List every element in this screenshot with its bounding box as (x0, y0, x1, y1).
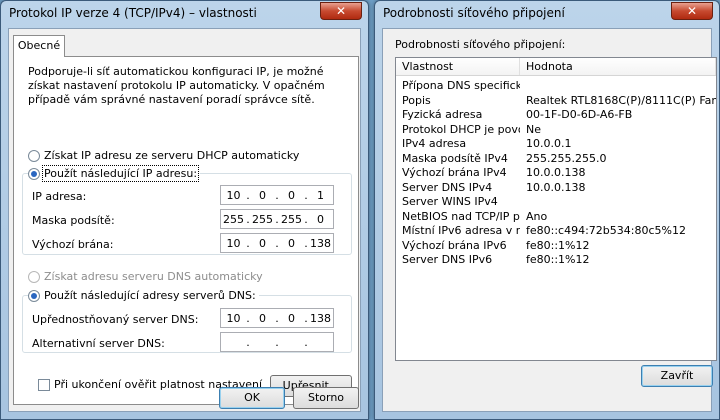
ok-button[interactable]: OK (219, 387, 285, 409)
alternate-dns-input[interactable]: . . . (220, 332, 334, 352)
row-property: Výchozí brána IPv6 (402, 238, 507, 252)
radio-manual-ip[interactable]: Použít následující IP adresu: (28, 165, 201, 182)
table-row[interactable]: Protokol DHCP je povol... Ne (396, 123, 716, 138)
radio-auto-dns[interactable]: Získat adresu serveru DNS automaticky (28, 270, 263, 283)
row-value: Realtek RTL8168C(P)/8111C(P) Family P (526, 93, 716, 107)
radio-circle (28, 149, 40, 162)
ipv4-properties-window: Protokol IP verze 4 (TCP/IPv4) – vlastno… (0, 0, 369, 420)
radio-auto-dns-label: Získat adresu serveru DNS automaticky (44, 270, 263, 283)
details-list[interactable]: Vlastnost Hodnota Přípona DNS specifická… (395, 57, 717, 361)
row-value: 10.0.0.138 (526, 166, 586, 179)
checkbox-box (38, 378, 50, 391)
dialog-client: Obecné Podporuje-li síť automatickou kon… (8, 28, 361, 412)
row-value: Ano (526, 209, 548, 223)
titlebar[interactable]: Podrobnosti síťového připojení ✕ (375, 1, 719, 27)
column-header-property[interactable]: Vlastnost (396, 58, 520, 75)
radio-auto-ip[interactable]: Získat IP adresu ze serveru DHCP automat… (28, 149, 299, 162)
row-value: fe80::1%12 (526, 253, 590, 266)
tab-general[interactable]: Obecné (13, 35, 65, 57)
table-row[interactable]: Server DNS IPv4 10.0.0.138 (396, 181, 716, 196)
network-connection-details-window: Podrobnosti síťového připojení ✕ Podrobn… (374, 0, 720, 420)
radio-manual-dns-label: Použít následující adresy serverů DNS: (44, 289, 256, 302)
row-value (520, 195, 716, 210)
close-window-button[interactable]: ✕ (671, 2, 713, 20)
row-property: IPv4 adresa (402, 137, 467, 150)
alternate-dns-label: Alternativní server DNS: (32, 337, 165, 350)
row-property: Maska podsítě IPv4 (402, 151, 508, 165)
radio-manual-ip-label: Použít následující IP adresu: (41, 165, 200, 182)
row-property: NetBIOS nad TCP/IP po... (402, 209, 520, 223)
table-row[interactable]: Popis Realtek RTL8168C(P)/8111C(P) Family… (396, 94, 716, 109)
row-value: Ne (526, 122, 541, 136)
table-row[interactable]: Maska podsítě IPv4 255.255.255.0 (396, 152, 716, 167)
ip-address-label: IP adresa: (32, 190, 87, 203)
titlebar[interactable]: Protokol IP verze 4 (TCP/IPv4) – vlastno… (1, 1, 368, 27)
row-value: 00-1F-D0-6D-A6-FB (526, 108, 633, 121)
gateway-input[interactable]: 10. 0. 0. 138 (220, 233, 334, 253)
list-header: Vlastnost Hodnota (396, 58, 716, 76)
gateway-label: Výchozí brána: (32, 238, 114, 251)
cancel-button[interactable]: Storno (293, 387, 359, 409)
details-section-label: Podrobnosti síťového připojení: (395, 38, 566, 51)
row-value: 10.0.0.138 (526, 180, 586, 194)
intro-text: Podporuje-li síť automatickou konfigurac… (28, 65, 325, 106)
radio-circle-selected (28, 289, 40, 302)
table-row[interactable]: Server DNS IPv6 fe80::1%12 (396, 253, 716, 268)
row-value (520, 79, 716, 94)
close-window-button[interactable]: ✕ (320, 2, 362, 20)
radio-auto-ip-label: Získat IP adresu ze serveru DHCP automat… (44, 149, 300, 162)
table-row[interactable]: Server WINS IPv4 (396, 195, 716, 210)
row-property: Server WINS IPv4 (402, 195, 498, 208)
subnet-mask-input[interactable]: 255. 255. 255. 0 (220, 209, 334, 229)
dialog-client: Podrobnosti síťového připojení: Vlastnos… (382, 28, 717, 412)
table-row[interactable]: IPv4 adresa 10.0.0.1 (396, 137, 716, 152)
tab-panel-general: Podporuje-li síť automatickou konfigurac… (13, 56, 359, 405)
row-property: Fyzická adresa (402, 108, 483, 121)
row-property: Protokol DHCP je povol... (402, 122, 520, 136)
row-property: Místní IPv6 adresa v rá... (402, 224, 520, 237)
window-title: Protokol IP verze 4 (TCP/IPv4) – vlastno… (9, 6, 257, 20)
radio-circle-selected (28, 167, 40, 180)
table-row[interactable]: Výchozí brána IPv4 10.0.0.138 (396, 166, 716, 181)
row-property: Server DNS IPv6 (402, 253, 493, 266)
row-property: Přípona DNS specifická... (402, 79, 520, 92)
row-property: Výchozí brána IPv4 (402, 166, 507, 179)
table-row[interactable]: Přípona DNS specifická... (396, 79, 716, 94)
row-value: fe80::c494:72b534:80c5%12 (526, 224, 686, 237)
preferred-dns-label: Upřednostňovaný server DNS: (32, 313, 199, 326)
list-body: Přípona DNS specifická...Popis Realtek RT… (396, 76, 716, 268)
subnet-mask-label: Maska podsítě: (32, 214, 115, 227)
row-property: Server DNS IPv4 (402, 180, 493, 194)
table-row[interactable]: NetBIOS nad TCP/IP po... Ano (396, 210, 716, 225)
row-value: 10.0.0.1 (526, 137, 572, 150)
window-title: Podrobnosti síťového připojení (383, 6, 565, 20)
row-value: 255.255.255.0 (526, 151, 607, 165)
ip-address-input[interactable]: 10. 0. 0. 1 (220, 185, 334, 205)
table-row[interactable]: Místní IPv6 adresa v rá... fe80::c494:72b… (396, 224, 716, 239)
radio-manual-dns[interactable]: Použít následující adresy serverů DNS: (28, 289, 259, 302)
row-value: fe80::1%12 (526, 238, 590, 252)
preferred-dns-input[interactable]: 10. 0. 0. 138 (220, 308, 334, 328)
table-row[interactable]: Výchozí brána IPv6 fe80::1%12 (396, 239, 716, 254)
row-property: Popis (402, 93, 431, 107)
column-header-value[interactable]: Hodnota (520, 58, 716, 75)
close-button[interactable]: Zavřít (641, 365, 713, 387)
table-row[interactable]: Fyzická adresa 00-1F-D0-6D-A6-FB (396, 108, 716, 123)
radio-circle-disabled (28, 270, 40, 283)
